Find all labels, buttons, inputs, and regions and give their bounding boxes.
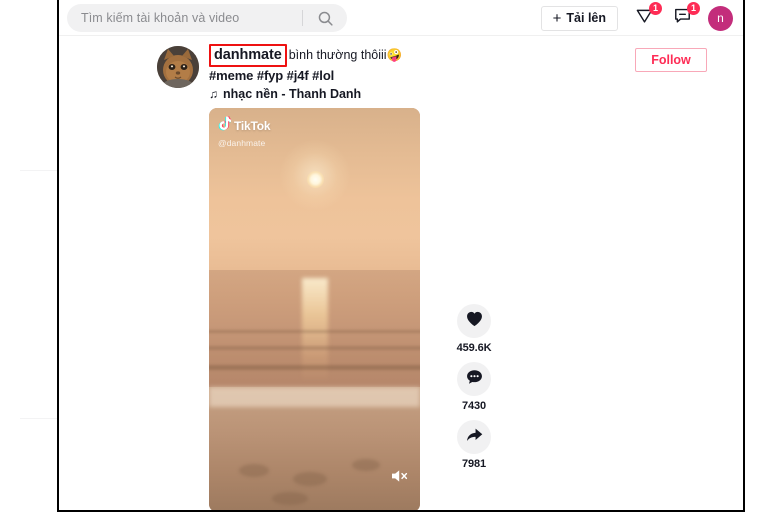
- cat-avatar-icon: [157, 46, 199, 88]
- video-player[interactable]: TikTok @danhmate: [209, 108, 420, 510]
- sun-icon: [306, 170, 324, 188]
- post-music[interactable]: ♫ nhạc nền - Thanh Danh: [209, 87, 733, 101]
- rail-divider: [20, 170, 57, 171]
- comment-button[interactable]: [457, 362, 491, 396]
- like-button[interactable]: [457, 304, 491, 338]
- follow-button[interactable]: Follow: [635, 48, 707, 72]
- pebble: [272, 491, 309, 505]
- surf-foam: [209, 386, 420, 407]
- music-note-icon: ♫: [209, 87, 218, 101]
- tiktok-watermark: TikTok @danhmate: [218, 116, 271, 148]
- profile-avatar[interactable]: n: [708, 5, 733, 31]
- messages-button[interactable]: 1: [670, 2, 700, 30]
- share-button[interactable]: [457, 420, 491, 454]
- search-button[interactable]: [303, 4, 347, 32]
- speaker-muted-icon: [390, 468, 410, 489]
- upload-button[interactable]: + Tải lên: [540, 5, 618, 31]
- search-icon: [317, 10, 334, 27]
- pebble: [238, 463, 269, 477]
- tiktok-page: Tìm kiếm tài khoản và video + Tải lên 1 …: [0, 0, 780, 520]
- mute-toggle-button[interactable]: [389, 468, 411, 488]
- heart-icon: [466, 311, 483, 332]
- upload-button-label: Tải lên: [566, 11, 606, 25]
- share-arrow-icon: [466, 427, 483, 448]
- header-actions: + Tải lên 1 1 n: [540, 0, 733, 36]
- rail-divider: [20, 418, 57, 419]
- video-action-rail: 459.6K 7430 7981: [444, 304, 504, 470]
- like-action[interactable]: 459.6K: [457, 304, 492, 354]
- plus-icon: +: [552, 9, 562, 27]
- comment-count: 7430: [461, 400, 487, 412]
- watermark-handle: @danhmate: [218, 138, 266, 148]
- comment-action[interactable]: 7430: [457, 362, 491, 412]
- search-bar[interactable]: Tìm kiếm tài khoản và video: [67, 4, 347, 32]
- profile-initial: n: [717, 11, 724, 25]
- inbox-button[interactable]: 1: [632, 2, 662, 30]
- pebble: [293, 471, 328, 486]
- tiktok-note-logo-icon: [218, 116, 233, 136]
- follow-button-label: Follow: [651, 53, 691, 67]
- author-avatar[interactable]: [157, 46, 199, 88]
- watermark-brand: TikTok: [234, 119, 271, 133]
- browser-content-frame: Tìm kiếm tài khoản và video + Tải lên 1 …: [57, 0, 745, 512]
- music-label: nhạc nền - Thanh Danh: [223, 87, 362, 101]
- left-rail: [0, 0, 57, 520]
- inbox-badge: 1: [649, 2, 662, 15]
- wave-line: [209, 346, 420, 351]
- video-feed: danhmate bình thường thôiii🤪 #meme #fyp …: [59, 36, 743, 510]
- like-count: 459.6K: [456, 342, 492, 354]
- share-action[interactable]: 7981: [457, 420, 491, 470]
- top-header: Tìm kiếm tài khoản và video + Tải lên 1 …: [59, 0, 743, 36]
- comment-icon: [466, 369, 483, 390]
- post-caption: bình thường thôiii🤪: [288, 48, 403, 62]
- share-count: 7981: [461, 458, 487, 470]
- messages-badge: 1: [687, 2, 700, 15]
- author-username[interactable]: danhmate: [214, 47, 282, 63]
- wave-line: [209, 330, 420, 334]
- wave-line: [209, 364, 420, 370]
- username-highlight-box: danhmate: [209, 44, 287, 67]
- search-input[interactable]: Tìm kiếm tài khoản và video: [67, 11, 302, 25]
